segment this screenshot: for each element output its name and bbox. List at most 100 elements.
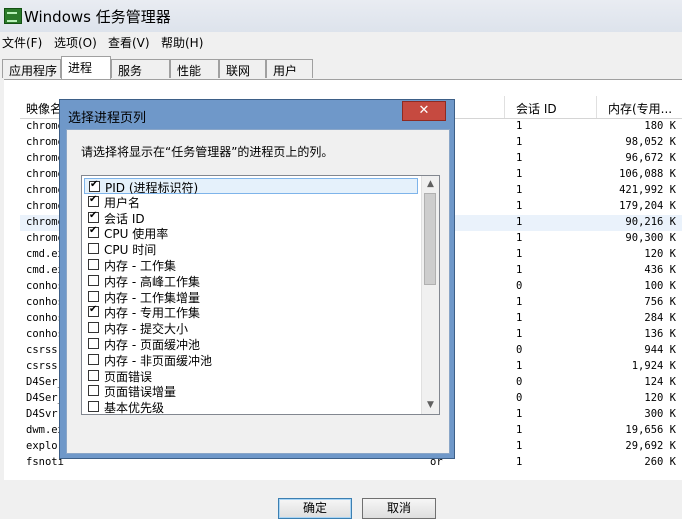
cell-session: 0 bbox=[516, 280, 523, 292]
cell-session: 1 bbox=[516, 184, 523, 196]
list-item[interactable]: PID (进程标识符) bbox=[84, 178, 418, 195]
checkbox[interactable] bbox=[89, 179, 100, 192]
cell-session: 1 bbox=[516, 168, 523, 180]
cell-memory: 106,088 K bbox=[619, 168, 676, 180]
cell-session: 1 bbox=[516, 216, 523, 228]
column-session-id[interactable]: 会话 ID bbox=[516, 100, 557, 117]
cell-session: 1 bbox=[516, 296, 523, 308]
cell-memory: 944 K bbox=[644, 344, 676, 356]
cancel-button[interactable]: 取消 bbox=[362, 498, 436, 519]
cell-memory: 90,300 K bbox=[625, 232, 676, 244]
close-button[interactable]: ✕ bbox=[402, 101, 446, 121]
cell-session: 0 bbox=[516, 344, 523, 356]
window-title: Windows 任务管理器 bbox=[24, 8, 171, 26]
tab-networking[interactable]: 联网 bbox=[219, 59, 266, 78]
tab-processes[interactable]: 进程 bbox=[61, 56, 111, 79]
list-item[interactable]: 内存 - 高峰工作集 bbox=[84, 273, 418, 289]
list-item[interactable]: 内存 - 工作集增量 bbox=[84, 289, 418, 305]
menu-bar: 文件(F) 选项(O) 查看(V) 帮助(H) bbox=[0, 32, 682, 52]
tab-users[interactable]: 用户 bbox=[266, 59, 313, 78]
cell-memory: 436 K bbox=[644, 264, 676, 276]
menu-help[interactable]: 帮助(H) bbox=[161, 34, 203, 51]
list-item-label: 内存 - 专用工作集 bbox=[104, 306, 200, 321]
cell-memory: 120 K bbox=[644, 248, 676, 260]
list-item[interactable]: 页面错误增量 bbox=[84, 383, 418, 399]
list-item[interactable]: CPU 使用率 bbox=[84, 225, 418, 241]
menu-options[interactable]: 选项(O) bbox=[54, 34, 97, 51]
list-item[interactable]: 页面错误 bbox=[84, 368, 418, 384]
cell-memory: 120 K bbox=[644, 392, 676, 404]
cell-memory: 260 K bbox=[644, 456, 676, 468]
list-item[interactable]: CPU 时间 bbox=[84, 241, 418, 257]
checkbox[interactable] bbox=[88, 259, 99, 270]
list-item-label: 页面错误 bbox=[104, 369, 153, 384]
list-item[interactable]: 内存 - 提交大小 bbox=[84, 320, 418, 336]
checkbox[interactable] bbox=[88, 369, 99, 381]
column-memory[interactable]: 内存(专用... bbox=[608, 100, 672, 117]
cell-memory: 421,992 K bbox=[619, 184, 676, 196]
scroll-thumb[interactable] bbox=[424, 193, 436, 285]
checkbox[interactable] bbox=[88, 210, 99, 223]
cell-session: 1 bbox=[516, 456, 523, 468]
scroll-up-arrow-icon[interactable]: ▲ bbox=[422, 176, 439, 193]
checkbox[interactable] bbox=[88, 304, 99, 318]
cell-memory: 96,672 K bbox=[625, 152, 676, 164]
list-item-label: 页面错误增量 bbox=[104, 385, 177, 400]
list-item[interactable]: 内存 - 专用工作集 bbox=[84, 304, 418, 320]
list-item[interactable]: 内存 - 工作集 bbox=[84, 257, 418, 273]
ok-button[interactable]: 确定 bbox=[278, 498, 352, 519]
list-item[interactable]: 内存 - 非页面缓冲池 bbox=[84, 352, 418, 368]
menu-view[interactable]: 查看(V) bbox=[108, 34, 150, 51]
cell-session: 1 bbox=[516, 408, 523, 420]
checkbox[interactable] bbox=[88, 322, 99, 334]
title-bar[interactable]: Windows 任务管理器 bbox=[0, 0, 682, 32]
cell-memory: 284 K bbox=[644, 312, 676, 324]
list-item-label: 内存 - 工作集增量 bbox=[104, 290, 200, 305]
dialog-body: 请选择将显示在“任务管理器”的进程页上的列。 ▲ ▼ PID (进程标识符)用户… bbox=[66, 129, 450, 454]
checkbox[interactable] bbox=[88, 401, 99, 413]
list-item-label: 用户名 bbox=[104, 195, 141, 210]
cell-memory: 179,204 K bbox=[619, 200, 676, 212]
list-item-label: CPU 使用率 bbox=[104, 227, 169, 242]
tab-performance[interactable]: 性能 bbox=[170, 59, 219, 78]
cell-session: 1 bbox=[516, 152, 523, 164]
checkbox[interactable] bbox=[88, 194, 99, 207]
dialog-title: 选择进程页列 bbox=[68, 111, 147, 126]
list-item[interactable]: 基本优先级 bbox=[84, 399, 418, 414]
tab-services[interactable]: 服务 bbox=[111, 59, 170, 78]
list-item[interactable]: 内存 - 页面缓冲池 bbox=[84, 336, 418, 352]
checkbox[interactable] bbox=[88, 385, 99, 397]
checkbox[interactable] bbox=[88, 353, 99, 365]
cell-memory: 98,052 K bbox=[625, 136, 676, 148]
checkbox[interactable] bbox=[88, 225, 99, 239]
dialog-prompt: 请选择将显示在“任务管理器”的进程页上的列。 bbox=[81, 145, 334, 159]
column-checklist[interactable]: ▲ ▼ PID (进程标识符)用户名会话 IDCPU 使用率CPU 时间内存 -… bbox=[81, 175, 440, 415]
select-columns-dialog: 选择进程页列 ✕ 请选择将显示在“任务管理器”的进程页上的列。 ▲ ▼ PID … bbox=[59, 99, 455, 519]
cell-memory: 756 K bbox=[644, 296, 676, 308]
cell-session: 0 bbox=[516, 392, 523, 404]
cell-memory: 124 K bbox=[644, 376, 676, 388]
column-image-name[interactable]: 映像名 bbox=[26, 100, 62, 117]
cell-session: 1 bbox=[516, 440, 523, 452]
cell-session: 1 bbox=[516, 264, 523, 276]
list-item-label: 内存 - 非页面缓冲池 bbox=[104, 353, 212, 368]
cell-memory: 100 K bbox=[644, 280, 676, 292]
checkbox[interactable] bbox=[88, 243, 99, 255]
menu-file[interactable]: 文件(F) bbox=[2, 34, 42, 51]
list-item-label: 内存 - 页面缓冲池 bbox=[104, 338, 200, 352]
list-item[interactable]: 会话 ID bbox=[84, 210, 418, 226]
cell-session: 1 bbox=[516, 328, 523, 340]
vertical-scrollbar[interactable]: ▲ ▼ bbox=[421, 176, 439, 414]
cell-session: 0 bbox=[516, 376, 523, 388]
cell-memory: 180 K bbox=[644, 120, 676, 132]
tab-strip: 应用程序 进程 服务 性能 联网 用户 bbox=[0, 56, 682, 80]
checkbox[interactable] bbox=[88, 338, 99, 349]
scroll-down-arrow-icon[interactable]: ▼ bbox=[422, 397, 439, 414]
column-separator[interactable] bbox=[596, 96, 597, 118]
checkbox[interactable] bbox=[88, 290, 99, 302]
cell-session: 1 bbox=[516, 360, 523, 372]
list-item[interactable]: 用户名 bbox=[84, 194, 418, 210]
tab-applications[interactable]: 应用程序 bbox=[2, 59, 61, 78]
column-separator[interactable] bbox=[504, 96, 505, 118]
checkbox[interactable] bbox=[88, 274, 99, 286]
